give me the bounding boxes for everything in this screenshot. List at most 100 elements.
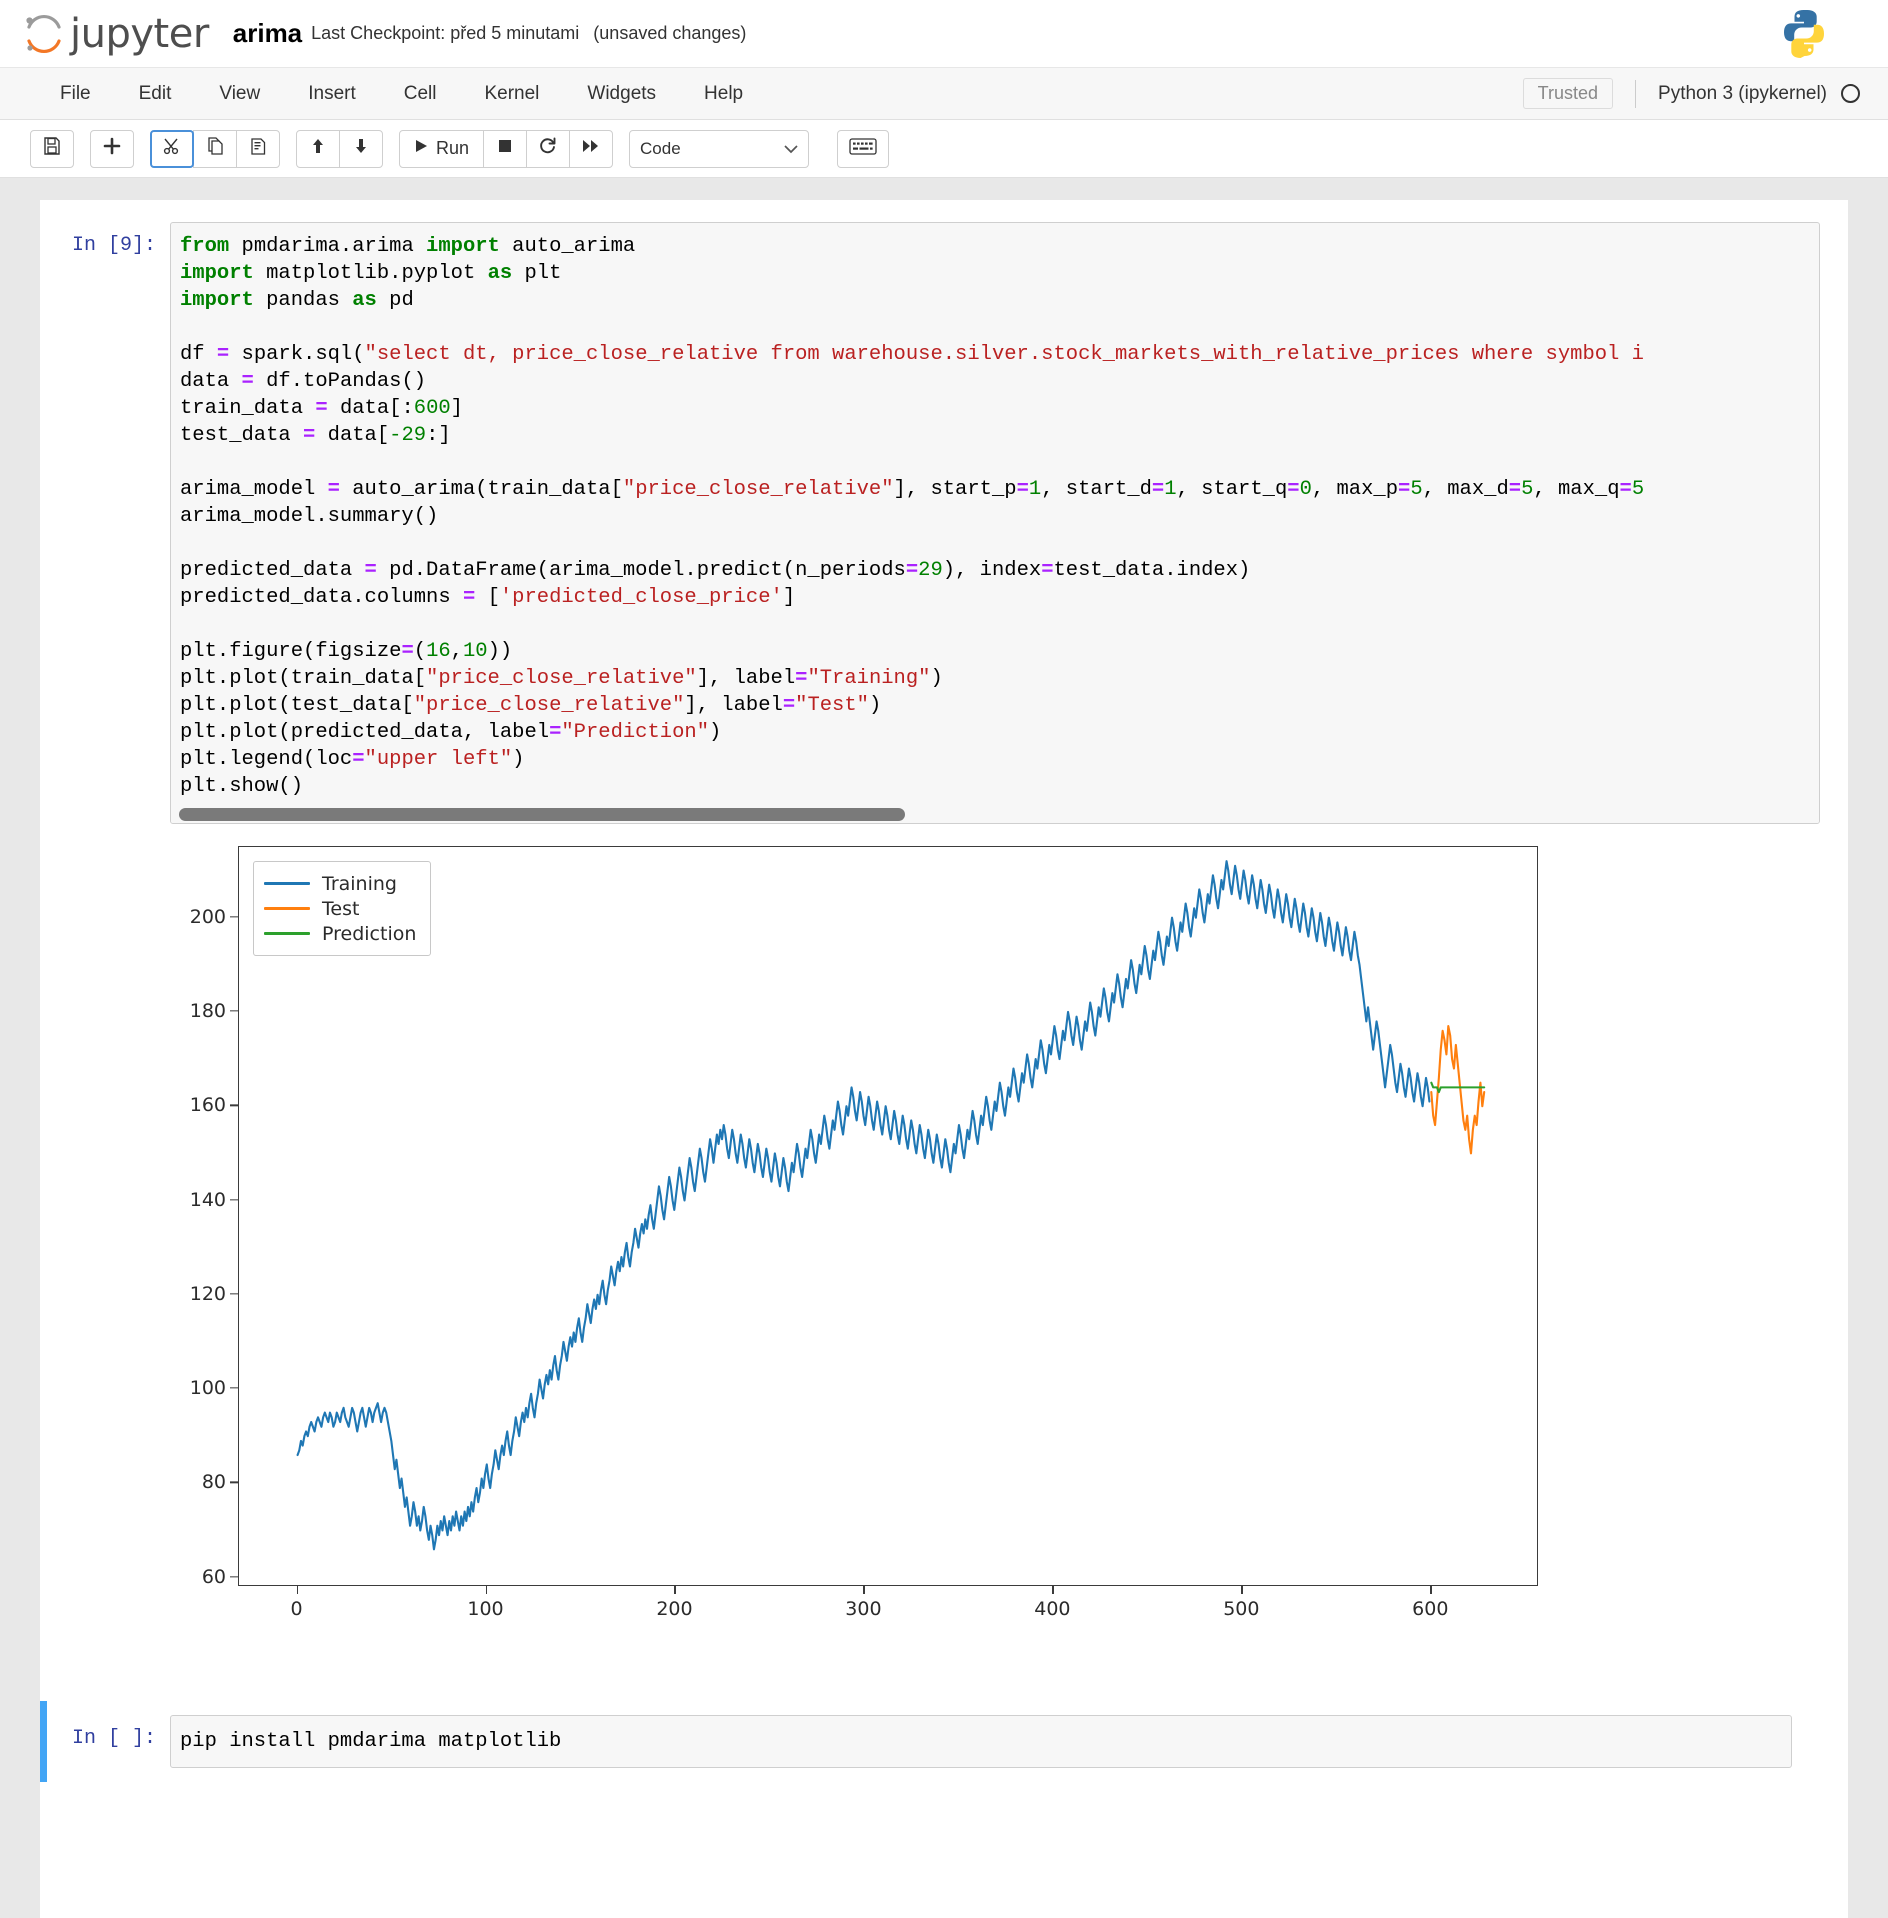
legend-label-training: Training [322, 872, 397, 895]
restart-kernel-button[interactable] [526, 129, 571, 168]
kernel-idle-circle-icon[interactable] [1841, 84, 1860, 103]
x-tick-label: 100 [467, 1598, 504, 1620]
save-button[interactable] [30, 129, 74, 168]
plus-icon [102, 136, 122, 161]
unsaved-changes-label: (unsaved changes) [593, 23, 747, 43]
legend-label-prediction: Prediction [322, 922, 417, 945]
legend-swatch-test [264, 906, 310, 911]
scrollbar-thumb[interactable] [179, 808, 906, 821]
move-cell-down-button[interactable] [339, 129, 383, 168]
x-tick-mark [1052, 1586, 1054, 1594]
input-prompt: In [9]: [71, 234, 156, 257]
cell-type-value: Code [640, 138, 681, 158]
legend-entry-test: Test [264, 896, 416, 921]
input-prompt-empty: In [ ]: [71, 1727, 156, 1750]
menubar-divider [1635, 79, 1637, 108]
menu-view[interactable]: View [195, 77, 284, 111]
y-tick-mark [230, 1387, 238, 1389]
menu-insert[interactable]: Insert [284, 77, 380, 111]
notebook-title[interactable]: arima [233, 18, 302, 49]
jupyter-wordmark: jupyter [70, 10, 209, 57]
jupyter-logo[interactable]: jupyter [22, 12, 209, 56]
x-tick-mark [863, 1586, 865, 1594]
arrow-down-icon [351, 136, 371, 161]
menu-edit[interactable]: Edit [115, 77, 196, 111]
insert-cell-button[interactable] [90, 129, 134, 168]
restart-and-run-all-button[interactable] [569, 129, 614, 168]
arrow-up-icon [308, 136, 328, 161]
x-tick-label: 0 [290, 1598, 303, 1620]
legend-swatch-training [264, 881, 310, 886]
legend-label-test: Test [322, 897, 360, 920]
scissors-icon [162, 136, 182, 161]
y-tick-label: 180 [189, 999, 226, 1022]
paste-cell-button[interactable] [236, 129, 280, 168]
plot-axes-frame: Training Test Prediction [238, 846, 1538, 1586]
x-tick-mark [674, 1586, 676, 1594]
y-tick-mark [230, 1481, 238, 1483]
copy-cell-button[interactable] [193, 129, 237, 168]
checkpoint-status: Last Checkpoint: před 5 minutami [311, 23, 580, 43]
plot-lines [296, 860, 1486, 1551]
menu-file[interactable]: File [36, 77, 115, 111]
notebook-scroll-region[interactable]: In [9]: from pmdarima.arima import auto_… [0, 178, 1888, 1918]
y-tick-label: 200 [189, 905, 226, 928]
menu-help[interactable]: Help [680, 77, 767, 111]
open-command-palette-button[interactable] [837, 129, 890, 168]
run-button[interactable]: Run [399, 129, 485, 168]
toolbar-group-move [296, 129, 383, 168]
matplotlib-figure: Training Test Prediction 60 80 100 120 1… [170, 836, 1600, 1681]
legend-entry-prediction: Prediction [264, 921, 416, 946]
cut-cell-button[interactable] [150, 129, 194, 168]
x-tick-label: 400 [1034, 1598, 1071, 1620]
menu-widgets[interactable]: Widgets [563, 77, 680, 111]
y-tick-mark [230, 1293, 238, 1295]
x-tick-mark [296, 1586, 298, 1594]
trusted-badge[interactable]: Trusted [1522, 78, 1614, 109]
toolbar-group-run: Run [399, 129, 614, 168]
x-tick-mark [1430, 1586, 1432, 1594]
paste-icon [248, 136, 268, 161]
chevron-down-icon [784, 139, 798, 159]
y-tick-mark [230, 1010, 238, 1012]
code-source-bottom[interactable]: pip install pmdarima matplotlib [171, 1716, 1791, 1767]
save-disk-icon [42, 136, 62, 161]
y-tick-mark [230, 916, 238, 918]
legend-swatch-prediction [264, 931, 310, 936]
code-cell-selected[interactable]: In [ ]: pip install pmdarima matplotlib [40, 1701, 1820, 1782]
selected-cell-indicator [40, 1701, 47, 1782]
y-tick-label: 60 [201, 1565, 226, 1588]
menu-cell[interactable]: Cell [380, 77, 461, 111]
code-editor[interactable]: from pmdarima.arima import auto_arima im… [170, 222, 1820, 824]
code-horizontal-scrollbar[interactable] [171, 806, 1819, 823]
keyboard-icon [849, 137, 877, 160]
bottom-cell-wrapper: In [ ]: pip install pmdarima matplotlib [40, 1681, 1848, 1782]
menu-bar: File Edit View Insert Cell Kernel Widget… [0, 68, 1888, 120]
code-source[interactable]: from pmdarima.arima import auto_arima im… [171, 223, 1819, 806]
copy-icon [205, 136, 225, 161]
notebook-toolbar: Run Code [0, 120, 1888, 178]
code-editor-bottom[interactable]: pip install pmdarima matplotlib [170, 1715, 1792, 1768]
cell-type-select[interactable]: Code [629, 129, 810, 168]
output-prompt [40, 824, 170, 1681]
jupyter-logo-icon [22, 12, 66, 56]
interrupt-kernel-button[interactable] [483, 129, 528, 168]
notebook-header: jupyter arima Last Checkpoint: před 5 mi… [0, 0, 1888, 68]
x-tick-label: 300 [845, 1598, 882, 1620]
y-tick-label: 120 [189, 1282, 226, 1305]
y-tick-label: 100 [189, 1377, 226, 1400]
y-tick-label: 160 [189, 1094, 226, 1117]
legend-entry-training: Training [264, 871, 416, 896]
y-tick-mark [230, 1575, 238, 1578]
y-tick-label: 140 [189, 1188, 226, 1211]
notebook-page: In [9]: from pmdarima.arima import auto_… [40, 200, 1848, 1918]
x-tick-mark [485, 1586, 487, 1594]
kernel-name-label: Python 3 (ipykernel) [1658, 82, 1827, 104]
code-cell[interactable]: In [9]: from pmdarima.arima import auto_… [40, 222, 1848, 824]
x-tick-label: 600 [1412, 1598, 1449, 1620]
menubar-right-cluster: Trusted Python 3 (ipykernel) [1522, 68, 1860, 119]
menu-kernel[interactable]: Kernel [460, 77, 563, 111]
move-cell-up-button[interactable] [296, 129, 340, 168]
restart-circle-icon [538, 136, 558, 161]
cell-output-row: Training Test Prediction 60 80 100 120 1… [40, 824, 1848, 1681]
